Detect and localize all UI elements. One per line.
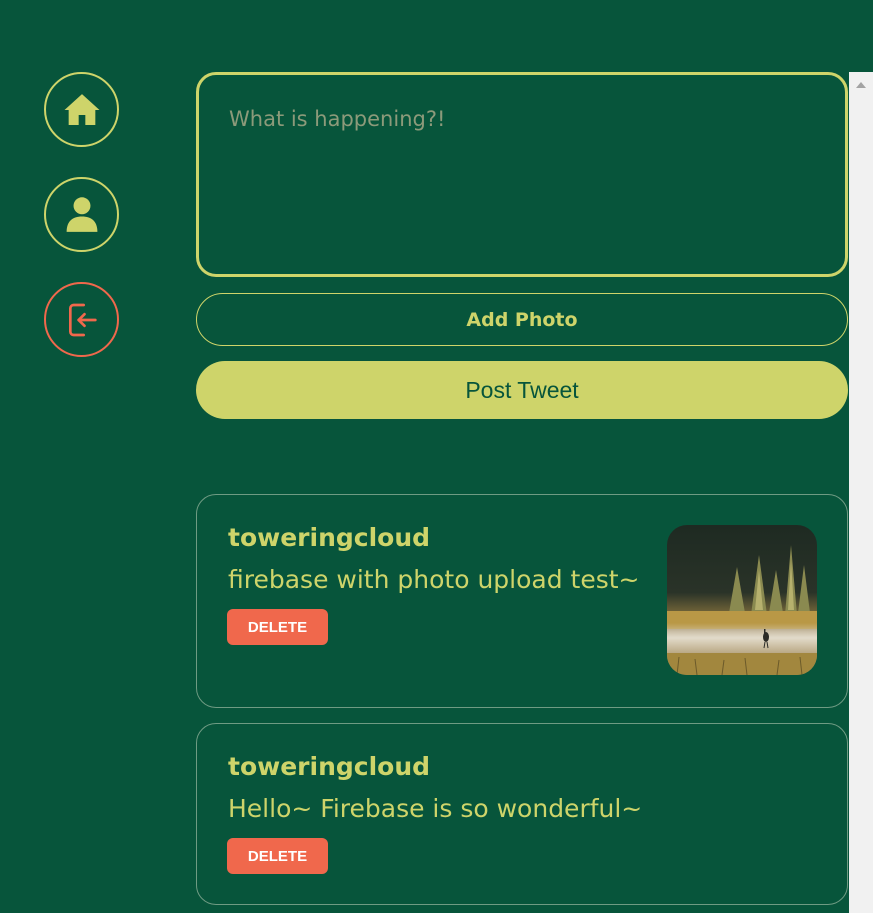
profile-button[interactable] — [44, 177, 119, 252]
tweet-card: toweringcloud firebase with photo upload… — [196, 494, 848, 708]
user-icon — [66, 196, 97, 232]
delete-button[interactable]: DELETE — [227, 838, 328, 874]
scroll-up-arrow-icon[interactable] — [856, 82, 866, 88]
tweet-composer — [196, 72, 848, 277]
tweet-username: toweringcloud — [228, 523, 431, 552]
delete-button[interactable]: DELETE — [227, 609, 328, 645]
scrollbar[interactable] — [849, 72, 873, 913]
logout-icon — [68, 303, 97, 336]
home-button[interactable] — [44, 72, 119, 147]
tweet-input[interactable] — [199, 75, 845, 274]
tweet-card: toweringcloud Hello~ Firebase is so wond… — [196, 723, 848, 905]
add-photo-button[interactable]: Add Photo — [196, 293, 848, 346]
app-page: Add Photo Post Tweet toweringcloud fireb… — [0, 0, 873, 913]
tweet-photo — [667, 525, 817, 675]
tweet-text: firebase with photo upload test~ — [228, 565, 640, 594]
tweet-username: toweringcloud — [228, 752, 431, 781]
delete-label: DELETE — [247, 618, 308, 636]
post-tweet-button[interactable]: Post Tweet — [196, 361, 848, 419]
add-photo-label: Add Photo — [466, 308, 578, 331]
post-tweet-label: Post Tweet — [465, 376, 579, 403]
home-icon — [64, 93, 99, 125]
tweet-text: Hello~ Firebase is so wonderful~ — [228, 794, 643, 823]
logout-button[interactable] — [44, 282, 119, 357]
delete-label: DELETE — [247, 847, 308, 865]
